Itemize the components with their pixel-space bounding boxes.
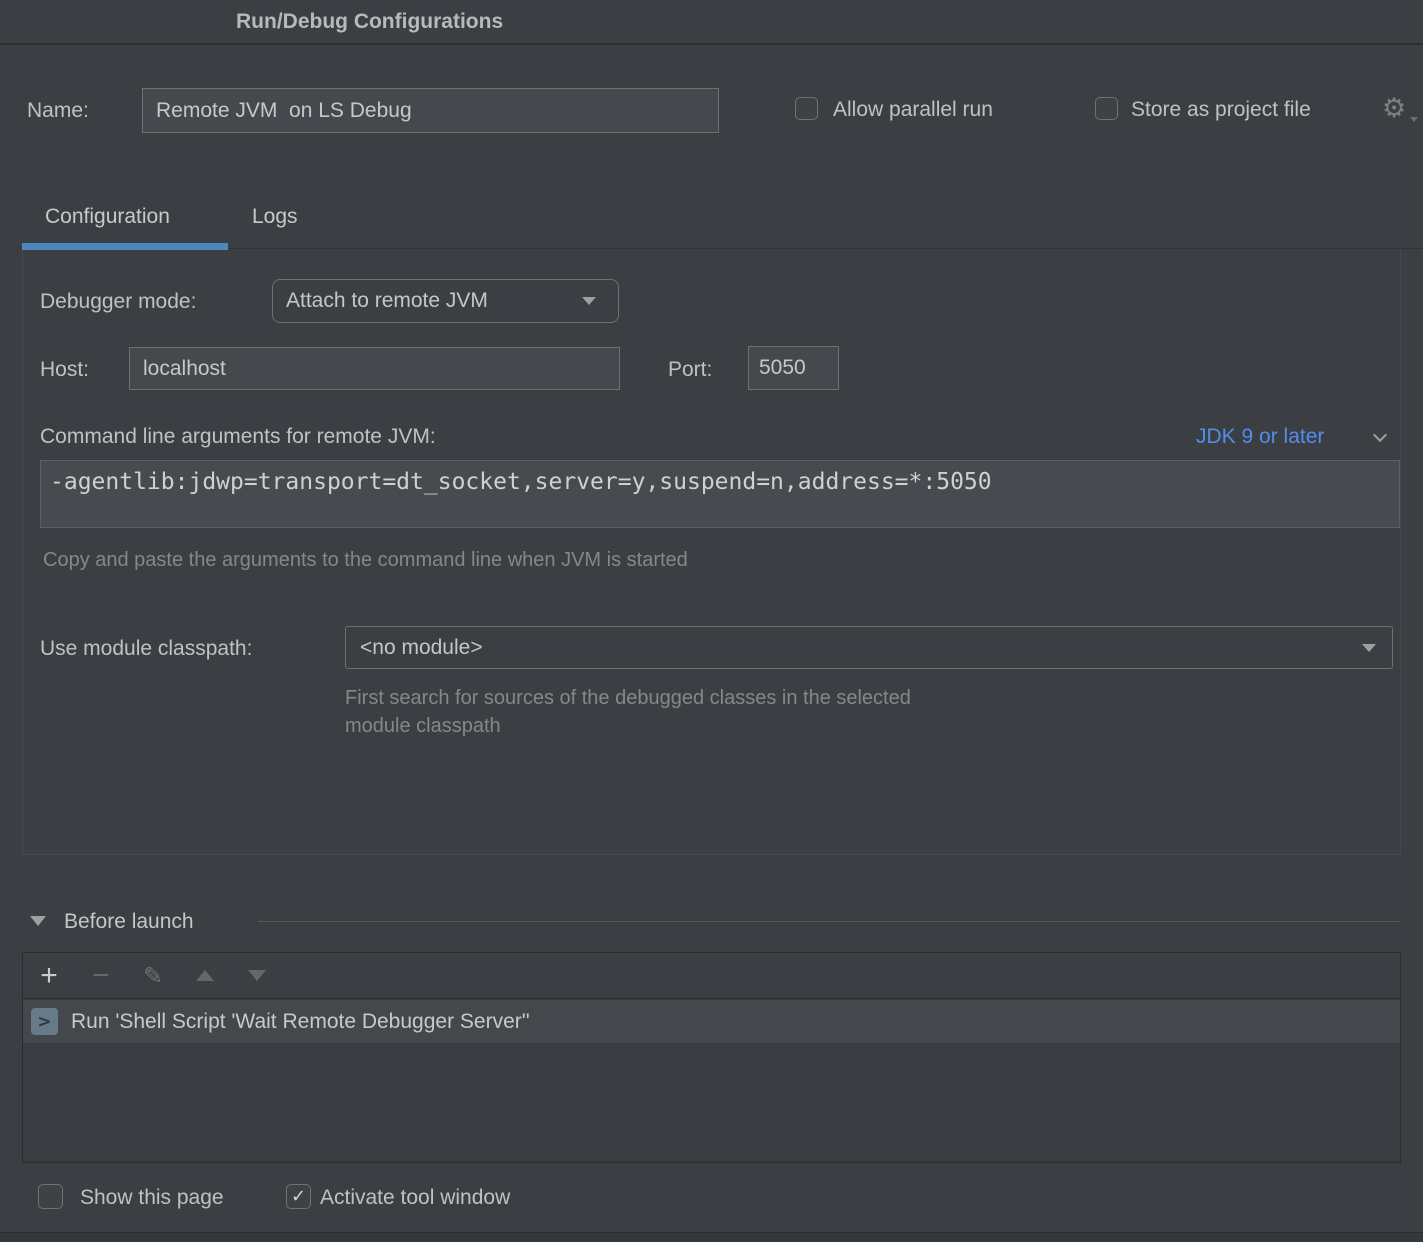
run-shell-script-icon: > <box>31 1008 58 1035</box>
run-debug-configurations-dialog: Run/Debug Configurations Name: Allow par… <box>0 0 1423 1242</box>
before-launch-task-label: Run 'Shell Script 'Wait Remote Debugger … <box>71 1010 530 1034</box>
allow-parallel-run-checkbox[interactable] <box>795 97 818 120</box>
dialog-titlebar: Run/Debug Configurations <box>0 0 1423 45</box>
module-classpath-dropdown[interactable]: <no module> <box>345 626 1393 669</box>
host-input[interactable] <box>129 347 620 390</box>
chevron-down-icon <box>582 297 596 305</box>
active-tab-indicator <box>22 243 228 250</box>
move-up-button[interactable] <box>179 970 231 981</box>
remove-button[interactable]: − <box>75 961 127 991</box>
port-input[interactable] <box>748 346 839 390</box>
allow-parallel-run-label: Allow parallel run <box>833 98 993 122</box>
before-launch-list: + − ✎ > Run 'Shell Script 'Wait Remote D… <box>22 952 1401 1163</box>
activate-tool-window-checkbox[interactable]: ✓ <box>286 1184 311 1209</box>
move-down-button[interactable] <box>231 970 283 981</box>
port-label: Port: <box>668 358 712 382</box>
module-classpath-hint-line1: First search for sources of the debugged… <box>345 687 911 710</box>
module-classpath-label: Use module classpath: <box>40 637 252 661</box>
dialog-title: Run/Debug Configurations <box>236 10 503 34</box>
before-launch-task-row[interactable]: > Run 'Shell Script 'Wait Remote Debugge… <box>23 1000 1400 1043</box>
jdk-version-selector[interactable]: JDK 9 or later <box>1196 425 1324 449</box>
before-launch-divider <box>258 921 1401 922</box>
jdk-version-label: JDK 9 or later <box>1196 425 1324 448</box>
store-as-project-file-label: Store as project file <box>1131 98 1311 122</box>
triangle-up-icon <box>196 970 214 981</box>
name-input[interactable] <box>142 88 719 133</box>
gear-icon[interactable]: ⚙ <box>1382 93 1406 124</box>
dialog-bottom-divider <box>0 1232 1423 1242</box>
edit-icon[interactable]: ✎ <box>127 964 179 988</box>
show-this-page-checkbox[interactable] <box>38 1184 63 1209</box>
tab-logs[interactable]: Logs <box>252 205 298 229</box>
command-line-args-field[interactable]: -agentlib:jdwp=transport=dt_socket,serve… <box>40 460 1400 528</box>
host-label: Host: <box>40 358 89 382</box>
add-button[interactable]: + <box>23 961 75 991</box>
show-this-page-label: Show this page <box>80 1186 224 1210</box>
debugger-mode-label: Debugger mode: <box>40 290 196 314</box>
before-launch-title: Before launch <box>64 910 194 934</box>
name-label: Name: <box>27 99 89 123</box>
store-as-project-file-checkbox[interactable] <box>1095 97 1118 120</box>
checkmark-icon: ✓ <box>291 1188 306 1206</box>
gear-dropdown-arrow-icon <box>1410 117 1418 122</box>
chevron-down-icon <box>1362 644 1376 652</box>
before-launch-collapse-icon[interactable] <box>30 916 46 926</box>
tab-divider <box>228 248 1423 249</box>
command-line-args-label: Command line arguments for remote JVM: <box>40 425 436 449</box>
activate-tool-window-label: Activate tool window <box>320 1186 510 1210</box>
tab-configuration[interactable]: Configuration <box>45 205 170 229</box>
triangle-down-icon <box>248 970 266 981</box>
command-line-args-hint: Copy and paste the arguments to the comm… <box>43 549 688 572</box>
module-classpath-hint-line2: module classpath <box>345 715 501 738</box>
module-classpath-value: <no module> <box>360 636 483 660</box>
debugger-mode-dropdown[interactable]: Attach to remote JVM <box>272 279 619 323</box>
before-launch-toolbar: + − ✎ <box>23 953 1400 999</box>
debugger-mode-value: Attach to remote JVM <box>286 289 488 313</box>
